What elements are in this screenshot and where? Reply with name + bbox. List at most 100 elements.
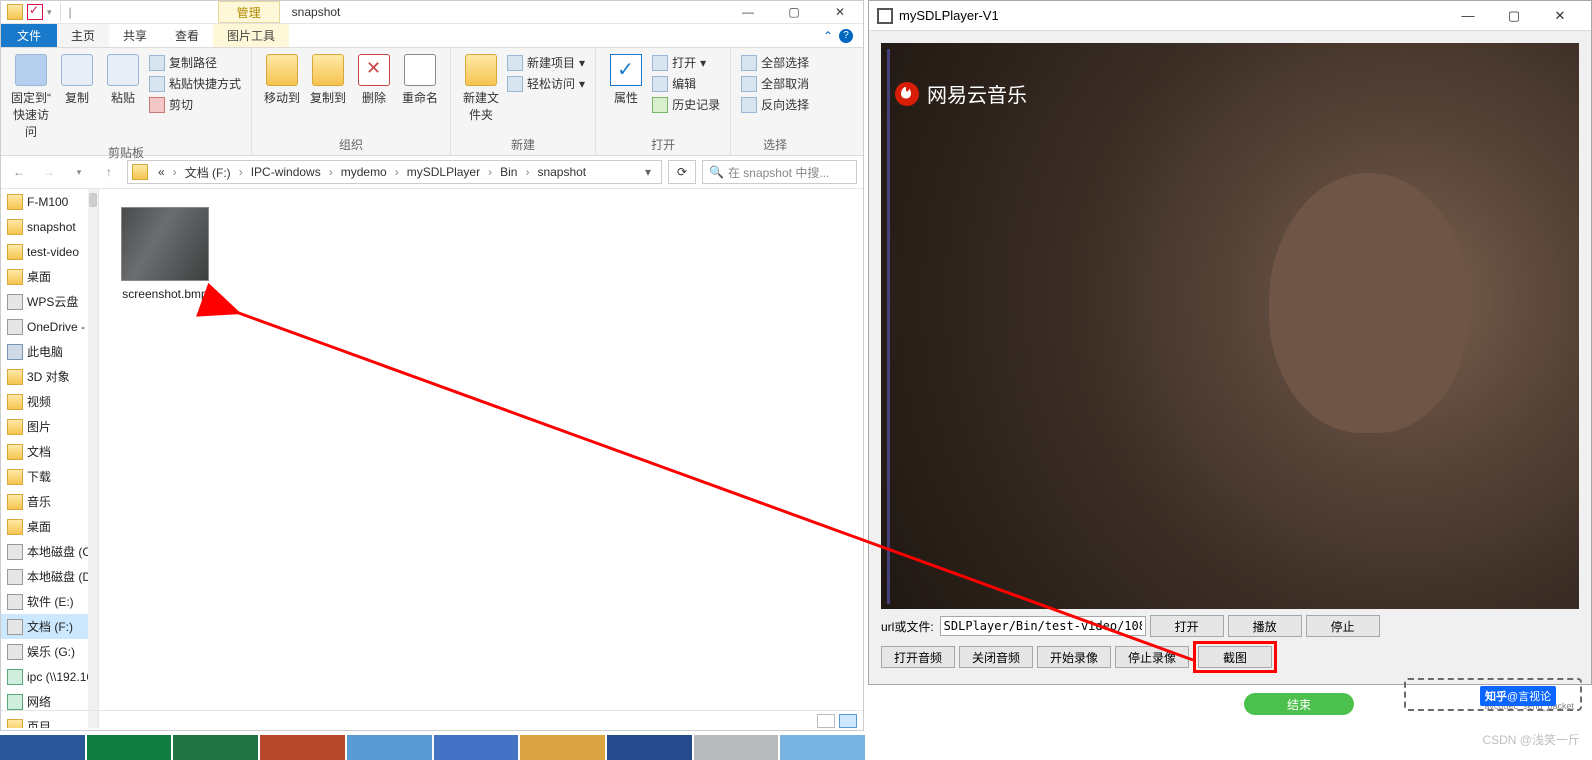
sidebar-item[interactable]: 视频 — [1, 389, 98, 414]
nav-forward-button[interactable]: → — [37, 160, 61, 184]
stop-record-button[interactable]: 停止录像 — [1115, 646, 1189, 668]
copy-to-button[interactable]: 复制到 — [306, 52, 350, 108]
properties-button[interactable]: 属性 — [604, 52, 648, 108]
drive-icon — [7, 294, 23, 310]
copy-path-button[interactable]: 复制路径 — [149, 54, 241, 71]
ribbon: 固定到“快速访问 复制 粘贴 复制路径 粘贴快捷方式 剪切 剪贴板 移动到 复制… — [1, 48, 863, 156]
ribbon-group-clipboard: 固定到“快速访问 复制 粘贴 复制路径 粘贴快捷方式 剪切 剪贴板 — [1, 48, 252, 155]
end-button[interactable]: 结束 — [1244, 693, 1354, 715]
ribbon-tabs: 文件 主页 共享 查看 图片工具 ⌃ ? — [1, 24, 863, 48]
sidebar-item[interactable]: 桌面 — [1, 264, 98, 289]
url-input[interactable] — [940, 616, 1146, 636]
paste-button[interactable]: 粘贴 — [101, 52, 145, 108]
sidebar-item[interactable]: 下载 — [1, 464, 98, 489]
sidebar-item[interactable]: 图片 — [1, 414, 98, 439]
qat-folder-icon[interactable] — [7, 4, 23, 20]
file-list[interactable]: screenshot.bmp — [99, 189, 863, 728]
tab-home[interactable]: 主页 — [57, 24, 109, 47]
sidebar-item[interactable]: 娱乐 (G:) — [1, 639, 98, 664]
sidebar-item[interactable]: 3D 对象 — [1, 364, 98, 389]
stop-button[interactable]: 停止 — [1306, 615, 1380, 637]
player-maximize-button[interactable]: ▢ — [1491, 2, 1537, 30]
nav-up-button[interactable]: ↑ — [97, 160, 121, 184]
titlebar: ▾ | 管理 snapshot — ▢ ✕ — [1, 1, 863, 24]
contextual-tab-manage[interactable]: 管理 — [218, 1, 280, 23]
qat-overflow-icon[interactable]: ▾ — [47, 7, 52, 18]
edit-button[interactable]: 编辑 — [652, 75, 720, 92]
close-button[interactable]: ✕ — [817, 1, 863, 24]
tab-share[interactable]: 共享 — [109, 24, 161, 47]
cut-button[interactable]: 剪切 — [149, 96, 241, 113]
sidebar-item[interactable]: 文档 (F:) — [1, 614, 98, 639]
move-to-button[interactable]: 移动到 — [260, 52, 304, 108]
rename-button[interactable]: 重命名 — [398, 52, 442, 108]
maximize-button[interactable]: ▢ — [771, 1, 817, 24]
sidebar-item[interactable]: 软件 (E:) — [1, 589, 98, 614]
new-item-button[interactable]: 新建项目 ▾ — [507, 54, 585, 71]
app-icon — [877, 8, 893, 24]
player-minimize-button[interactable]: — — [1445, 2, 1491, 30]
sidebar-item[interactable]: ipc (\\192.168.8 — [1, 664, 98, 689]
sidebar-item[interactable]: WPS云盘 — [1, 289, 98, 314]
sidebar-item[interactable]: 桌面 — [1, 514, 98, 539]
open-button[interactable]: 打开 ▾ — [652, 54, 720, 71]
tab-view[interactable]: 查看 — [161, 24, 213, 47]
player-close-button[interactable]: ✕ — [1537, 2, 1583, 30]
sidebar-item[interactable]: snapshot — [1, 214, 98, 239]
file-explorer-window: ▾ | 管理 snapshot — ▢ ✕ 文件 主页 共享 查看 图片工具 ⌃… — [0, 0, 864, 731]
tab-file[interactable]: 文件 — [1, 24, 57, 47]
history-button[interactable]: 历史记录 — [652, 96, 720, 113]
pc-icon — [7, 344, 23, 360]
tab-picture-tools[interactable]: 图片工具 — [213, 24, 289, 47]
help-icon[interactable]: ? — [839, 29, 853, 43]
navigation-pane[interactable]: F-M100snapshottest-video桌面WPS云盘OneDrive … — [1, 189, 99, 728]
details-view-icon[interactable] — [817, 714, 835, 728]
quick-access-pin-button[interactable]: 固定到“快速访问 — [9, 52, 53, 142]
play-button[interactable]: 播放 — [1228, 615, 1302, 637]
file-thumbnail — [121, 207, 209, 281]
sidebar-item[interactable]: F-M100 — [1, 189, 98, 214]
sidebar-item[interactable]: 本地磁盘 (C:) — [1, 539, 98, 564]
start-record-button[interactable]: 开始录像 — [1037, 646, 1111, 668]
sidebar-item[interactable]: 此电脑 — [1, 339, 98, 364]
sidebar-item-label: WPS云盘 — [27, 293, 78, 310]
thumbnails-view-icon[interactable] — [839, 714, 857, 728]
sidebar-item[interactable]: 音乐 — [1, 489, 98, 514]
folder-icon — [7, 419, 23, 435]
ribbon-collapse-icon[interactable]: ⌃ — [823, 29, 833, 43]
screenshot-button[interactable]: 截图 — [1198, 646, 1272, 668]
new-folder-button[interactable]: 新建文件夹 — [459, 52, 503, 125]
drive-icon — [7, 619, 23, 635]
select-all-button[interactable]: 全部选择 — [741, 54, 809, 71]
nav-back-button[interactable]: ← — [7, 160, 31, 184]
sidebar-item[interactable]: 本地磁盘 (D:) — [1, 564, 98, 589]
easy-access-button[interactable]: 轻松访问 ▾ — [507, 75, 585, 92]
minimize-button[interactable]: — — [725, 1, 771, 24]
sidebar-item-label: 软件 (E:) — [27, 593, 74, 610]
select-none-button[interactable]: 全部取消 — [741, 75, 809, 92]
sidebar-item-label: 娱乐 (G:) — [27, 643, 75, 660]
qat-properties-icon[interactable] — [27, 4, 43, 20]
close-audio-button[interactable]: 关闭音频 — [959, 646, 1033, 668]
sidebar-item[interactable]: OneDrive - Perso — [1, 314, 98, 339]
net-icon — [7, 669, 23, 685]
window-title: snapshot — [280, 5, 353, 19]
open-file-button[interactable]: 打开 — [1150, 615, 1224, 637]
file-item-screenshot[interactable]: screenshot.bmp — [117, 207, 213, 301]
nav-recent-button[interactable]: ▾ — [67, 160, 91, 184]
sidebar-item-label: snapshot — [27, 220, 76, 234]
breadcrumb[interactable]: «› 文档 (F:)› IPC-windows› mydemo› mySDLPl… — [127, 160, 662, 184]
sidebar-scrollbar[interactable] — [88, 189, 98, 728]
breadcrumb-dropdown-icon[interactable]: ▾ — [639, 165, 657, 179]
copy-button[interactable]: 复制 — [55, 52, 99, 108]
refresh-button[interactable]: ⟳ — [668, 160, 696, 184]
search-input[interactable]: 🔍 在 snapshot 中搜... — [702, 160, 857, 184]
sidebar-item[interactable]: test-video — [1, 239, 98, 264]
invert-selection-button[interactable]: 反向选择 — [741, 96, 809, 113]
folder-icon — [7, 444, 23, 460]
open-audio-button[interactable]: 打开音频 — [881, 646, 955, 668]
location-folder-icon — [132, 164, 148, 180]
sidebar-item[interactable]: 文档 — [1, 439, 98, 464]
delete-button[interactable]: 删除 — [352, 52, 396, 108]
paste-shortcut-button[interactable]: 粘贴快捷方式 — [149, 75, 241, 92]
